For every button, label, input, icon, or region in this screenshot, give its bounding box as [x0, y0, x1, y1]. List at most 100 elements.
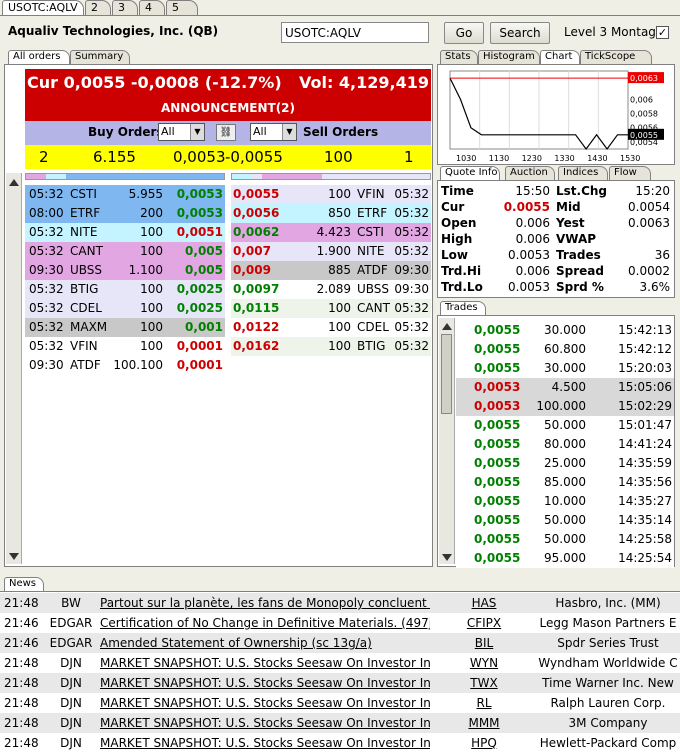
- tab-2[interactable]: 2: [85, 0, 111, 15]
- sell-order-row[interactable]: 0,0056 850 ETRF 05:32: [231, 204, 431, 223]
- tab-flow[interactable]: Flow: [609, 166, 651, 180]
- trade-row[interactable]: 0,0055 80.000 14:41:24: [456, 435, 674, 454]
- buy-order-row[interactable]: 05:32 BTIG 100 0,0025: [25, 280, 225, 299]
- trade-row[interactable]: 0,0053 4.500 15:05:06: [456, 378, 674, 397]
- market-maker: ETRF: [70, 206, 101, 220]
- trade-row[interactable]: 0,0055 30.000 15:42:13: [456, 321, 674, 340]
- tab-4[interactable]: 4: [139, 0, 165, 15]
- news-symbol[interactable]: CFIPX: [434, 613, 534, 633]
- filter-bar: Buy Orders All ▼ ⛓ All ▼ Sell Orders: [25, 121, 431, 145]
- trade-row[interactable]: 0,0055 95.000 14:25:54: [456, 549, 674, 568]
- news-symbol[interactable]: HAS: [434, 593, 534, 613]
- news-headline[interactable]: Amended Statement of Ownership (sc 13g/a…: [100, 633, 430, 653]
- buy-order-row[interactable]: 09:30 UBSS 1.100 0,005: [25, 261, 225, 280]
- tab-tickscope[interactable]: TickScope: [580, 50, 652, 64]
- tab-news[interactable]: News: [4, 577, 44, 591]
- tab-stats[interactable]: Stats: [440, 50, 478, 64]
- trades-scrollbar[interactable]: [439, 318, 455, 564]
- buy-filter-select[interactable]: All ▼: [158, 123, 205, 141]
- news-row[interactable]: 21:48 DJN MARKET SNAPSHOT: U.S. Stocks See…: [0, 733, 680, 753]
- trade-row[interactable]: 0,0055 25.000 14:35:59: [456, 454, 674, 473]
- trade-row[interactable]: 0,0055 50.000 14:35:14: [456, 511, 674, 530]
- order-price: 0,007: [233, 244, 271, 258]
- quote-label: Trd.Lo: [441, 280, 483, 294]
- sell-order-row[interactable]: 0,0115 100 CANT 05:32: [231, 299, 431, 318]
- buy-order-row[interactable]: 05:32 NITE 100 0,0051: [25, 223, 225, 242]
- tab-symbol[interactable]: USOTC:AQLV: [2, 0, 84, 16]
- tab-quote-info[interactable]: Quote Info: [440, 166, 500, 180]
- trade-size: 100.000: [536, 399, 586, 413]
- news-headline[interactable]: MARKET SNAPSHOT: U.S. Stocks Seesaw On I…: [100, 693, 430, 713]
- quote-label: Open: [441, 216, 477, 230]
- tab-indices[interactable]: Indices: [558, 166, 608, 180]
- buy-order-row[interactable]: 05:32 MAXM 100 0,001: [25, 318, 225, 337]
- tab-label: TickScope: [585, 51, 636, 62]
- sell-order-row[interactable]: 0,0097 2.089 UBSS 09:30: [231, 280, 431, 299]
- scroll-thumb[interactable]: [441, 334, 452, 414]
- order-price: 0,0062: [233, 225, 280, 239]
- news-headline[interactable]: MARKET SNAPSHOT: U.S. Stocks Seesaw On I…: [100, 733, 430, 753]
- news-symbol[interactable]: BIL: [434, 633, 534, 653]
- news-symbol[interactable]: RL: [434, 693, 534, 713]
- news-headline[interactable]: Partout sur la planète, les fans de Mono…: [100, 593, 430, 613]
- scroll-up-icon[interactable]: [9, 179, 19, 186]
- news-symbol[interactable]: HPQ: [434, 733, 534, 753]
- buy-order-row[interactable]: 08:00 ETRF 200 0,0053: [25, 204, 225, 223]
- sell-filter-select[interactable]: All ▼: [250, 123, 297, 141]
- buy-order-row[interactable]: 05:32 CANT 100 0,005: [25, 242, 225, 261]
- buy-order-row[interactable]: 05:32 CSTI 5.955 0,0053: [25, 185, 225, 204]
- tab-5[interactable]: 5: [166, 0, 198, 15]
- sell-order-row[interactable]: 0,007 1.900 NITE 05:32: [231, 242, 431, 261]
- sell-order-row[interactable]: 0,0055 100 VFIN 05:32: [231, 185, 431, 204]
- trade-size: 4.500: [551, 380, 586, 394]
- tab-chart[interactable]: Chart: [540, 50, 580, 64]
- link-icon[interactable]: ⛓: [216, 124, 236, 141]
- tab-trades[interactable]: Trades: [440, 301, 486, 315]
- trade-row[interactable]: 0,0055 50.000 14:25:58: [456, 530, 674, 549]
- buy-order-row[interactable]: 05:32 CDEL 100 0,0025: [25, 299, 225, 318]
- symbol-input[interactable]: [281, 22, 429, 43]
- trade-row[interactable]: 0,0053 100.000 15:02:29: [456, 397, 674, 416]
- trade-row[interactable]: 0,0055 10.000 14:35:27: [456, 492, 674, 511]
- order-price: 0,0162: [233, 339, 280, 353]
- scroll-down-icon[interactable]: [442, 554, 452, 561]
- montage-checkbox[interactable]: ✓: [656, 26, 669, 39]
- news-headline[interactable]: MARKET SNAPSHOT: U.S. Stocks Seesaw On I…: [100, 673, 430, 693]
- announcement-link[interactable]: ANNOUNCEMENT(2): [25, 101, 431, 115]
- tab-all-orders[interactable]: All orders: [8, 50, 70, 64]
- trade-price: 0,0055: [474, 551, 521, 565]
- trade-row[interactable]: 0,0055 50.000 15:01:47: [456, 416, 674, 435]
- trade-row[interactable]: 0,0055 85.000 14:35:56: [456, 473, 674, 492]
- search-button[interactable]: Search: [490, 22, 550, 44]
- trade-row[interactable]: 0,0055 60.800 15:42:12: [456, 340, 674, 359]
- news-row[interactable]: 21:46 EDGAR Amended Statement of Ownership…: [0, 633, 680, 653]
- news-row[interactable]: 21:48 DJN MARKET SNAPSHOT: U.S. Stocks See…: [0, 693, 680, 713]
- sell-order-row[interactable]: 0,0162 100 BTIG 05:32: [231, 337, 431, 356]
- news-symbol[interactable]: WYN: [434, 653, 534, 673]
- news-row[interactable]: 21:48 DJN MARKET SNAPSHOT: U.S. Stocks See…: [0, 713, 680, 733]
- buy-order-row[interactable]: 05:32 VFIN 100 0,0001: [25, 337, 225, 356]
- news-headline[interactable]: MARKET SNAPSHOT: U.S. Stocks Seesaw On I…: [100, 713, 430, 733]
- news-row[interactable]: 21:48 DJN MARKET SNAPSHOT: U.S. Stocks See…: [0, 673, 680, 693]
- sell-order-row[interactable]: 0,0122 100 CDEL 05:32: [231, 318, 431, 337]
- tab-histogram[interactable]: Histogram: [478, 50, 540, 64]
- news-symbol[interactable]: MMM: [434, 713, 534, 733]
- news-row[interactable]: 21:46 EDGAR Certification of No Change in …: [0, 613, 680, 633]
- news-symbol[interactable]: TWX: [434, 673, 534, 693]
- trade-row[interactable]: 0,0055 30.000 15:20:03: [456, 359, 674, 378]
- go-button[interactable]: Go: [444, 22, 484, 44]
- news-row[interactable]: 21:48 BW Partout sur la planète, les fans …: [0, 593, 680, 613]
- orders-scrollbar[interactable]: [6, 173, 22, 564]
- scroll-up-icon[interactable]: [442, 323, 452, 330]
- tab-3[interactable]: 3: [112, 0, 138, 15]
- trade-time: 14:35:59: [618, 456, 672, 470]
- sell-order-row[interactable]: 0,0062 4.423 CSTI 05:32: [231, 223, 431, 242]
- news-headline[interactable]: MARKET SNAPSHOT: U.S. Stocks Seesaw On I…: [100, 653, 430, 673]
- tab-summary[interactable]: Summary: [70, 50, 130, 64]
- news-headline[interactable]: Certification of No Change in Definitive…: [100, 613, 430, 633]
- buy-order-row[interactable]: 09:30 ATDF 100.100 0,0001: [25, 356, 225, 375]
- scroll-down-icon[interactable]: [9, 553, 19, 560]
- tab-auction[interactable]: Auction: [505, 166, 555, 180]
- sell-order-row[interactable]: 0,009 885 ATDF 09:30: [231, 261, 431, 280]
- news-row[interactable]: 21:48 DJN MARKET SNAPSHOT: U.S. Stocks See…: [0, 653, 680, 673]
